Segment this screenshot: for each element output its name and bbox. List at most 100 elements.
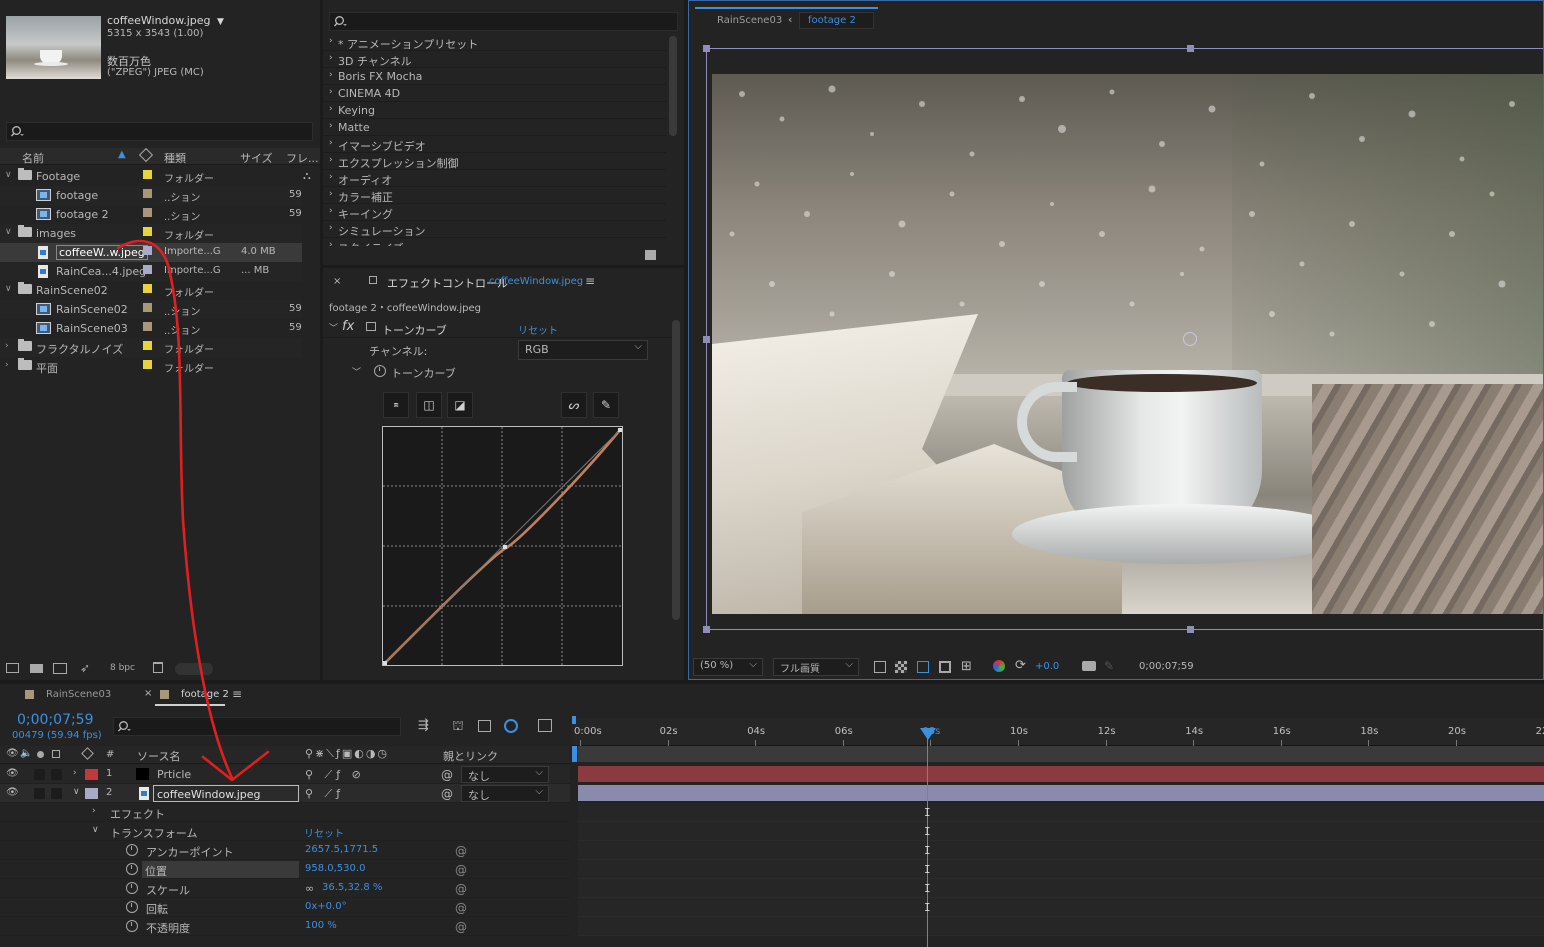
- project-item[interactable]: ∨ RainScene02 フォルダー: [0, 281, 302, 300]
- work-area-start-marker[interactable]: [572, 716, 576, 724]
- label-color-chip[interactable]: [143, 265, 152, 274]
- sort-ascending-icon[interactable]: ▲: [118, 149, 126, 160]
- anchor-point-crosshair-icon[interactable]: [1183, 332, 1197, 346]
- constrain-link-icon[interactable]: ∞: [305, 882, 314, 895]
- layer-row[interactable]: 👁 ∨ 2 coffeeWindow.jpeg ⚲ ⟋ƒ @ なし ⌵: [0, 784, 570, 803]
- transform-reset-link[interactable]: リセット: [304, 825, 344, 840]
- comp-canvas[interactable]: [703, 45, 1543, 633]
- collapse-chevron-icon[interactable]: ﹀: [329, 321, 338, 334]
- effect-category[interactable]: › イマーシブビデオ: [323, 136, 666, 153]
- panel-menu-icon[interactable]: ≡: [585, 274, 595, 288]
- chevron-icon[interactable]: ∨: [5, 170, 12, 180]
- solo-icon[interactable]: [37, 751, 44, 758]
- project-item[interactable]: RainScene02 ..ション 59: [0, 300, 302, 319]
- curve-medium-view-button[interactable]: ◫: [416, 392, 442, 418]
- property-value[interactable]: 0x+0.0°: [305, 901, 347, 912]
- chevron-icon[interactable]: ›: [5, 341, 9, 351]
- effects-group-row[interactable]: › エフェクト: [0, 803, 570, 822]
- expression-icon[interactable]: @: [455, 882, 467, 896]
- time-ruler[interactable]: [572, 718, 1544, 746]
- project-item[interactable]: RainCea...4.jpeg Importe...G ... MB: [0, 262, 302, 281]
- frame-blending-icon[interactable]: [478, 720, 491, 732]
- stopwatch-icon[interactable]: [126, 882, 138, 894]
- label-color-chip[interactable]: [143, 303, 152, 312]
- effect-category[interactable]: › 3D チャンネル: [323, 51, 666, 68]
- effect-category[interactable]: › スタイライズ: [323, 238, 666, 246]
- effect-controls-scrollbar[interactable]: [672, 320, 680, 620]
- zoom-dropdown[interactable]: (50 %) ⌵: [693, 658, 763, 676]
- label-color-chip[interactable]: [143, 360, 152, 369]
- eye-icon[interactable]: 👁: [6, 768, 19, 779]
- project-item[interactable]: RainScene03 ..ション 59: [0, 319, 302, 338]
- chevron-right-icon[interactable]: ›: [92, 806, 96, 816]
- parent-dropdown[interactable]: なし ⌵: [461, 766, 549, 783]
- close-icon[interactable]: ×: [144, 688, 152, 699]
- effect-category[interactable]: › オーディオ: [323, 170, 666, 187]
- stopwatch-icon[interactable]: [126, 844, 138, 856]
- parent-pickwhip-icon[interactable]: @: [441, 768, 453, 782]
- timeline-tab-rainscene03[interactable]: RainScene03: [46, 689, 111, 700]
- project-item[interactable]: footage ..ション 59: [0, 186, 302, 205]
- chevron-icon[interactable]: ∨: [5, 227, 12, 237]
- effect-category[interactable]: › エクスプレッション制御: [323, 153, 666, 170]
- label-color-chip[interactable]: [143, 208, 152, 217]
- layer-switches[interactable]: ⚲ ⟋ƒ ⊘: [305, 768, 365, 782]
- new-bin-icon[interactable]: [645, 250, 656, 260]
- graph-editor-icon[interactable]: [538, 719, 552, 732]
- flowchart-icon[interactable]: ➶: [80, 661, 90, 675]
- transform-handle-bm[interactable]: [1187, 626, 1194, 633]
- property-value[interactable]: 2657.5,1771.5: [305, 844, 378, 855]
- fx-icon[interactable]: fx: [342, 319, 354, 334]
- property-value[interactable]: 100 %: [305, 920, 337, 931]
- file-name[interactable]: coffeeWindow.jpeg ▼: [107, 14, 224, 27]
- tone-curve-graph[interactable]: [382, 426, 623, 666]
- stopwatch-icon[interactable]: [126, 901, 138, 913]
- effect-reset-link[interactable]: リセット: [518, 322, 558, 337]
- viewer-tab-rainscene03[interactable]: RainScene03: [717, 15, 782, 26]
- stopwatch-icon[interactable]: [126, 863, 138, 875]
- new-comp-icon[interactable]: [53, 663, 67, 674]
- effect-controls-tab[interactable]: × エフェクトコントロール coffeeWindow.jpeg ≡: [323, 268, 684, 296]
- chevron-down-icon[interactable]: ∨: [92, 825, 99, 835]
- layer-lock-box[interactable]: [51, 769, 62, 780]
- label-color-chip[interactable]: [143, 322, 152, 331]
- pencil-tool-button[interactable]: ✎: [593, 392, 619, 418]
- expression-icon[interactable]: @: [455, 844, 467, 858]
- layer-name[interactable]: Prticle: [157, 768, 191, 781]
- effect-category[interactable]: › キーイング: [323, 204, 666, 221]
- guides-icon[interactable]: ⊞: [961, 659, 972, 674]
- lock-icon[interactable]: [52, 750, 60, 758]
- bezier-tool-button[interactable]: ᔕ: [561, 392, 587, 418]
- layer-bar-coffeewindow[interactable]: [578, 785, 1544, 801]
- expression-icon[interactable]: @: [455, 901, 467, 915]
- region-of-interest-icon[interactable]: [939, 661, 951, 673]
- property-value[interactable]: 958.0,530.0: [305, 863, 365, 874]
- motion-blur-icon[interactable]: [504, 719, 518, 733]
- transform-handle-tl[interactable]: [703, 45, 710, 52]
- project-item[interactable]: ∨ images フォルダー: [0, 224, 302, 243]
- parent-dropdown[interactable]: なし ⌵: [461, 785, 549, 802]
- label-color-chip[interactable]: [143, 284, 152, 293]
- expression-icon[interactable]: @: [455, 863, 467, 877]
- transform-handle-tm[interactable]: [1187, 45, 1194, 52]
- timeline-search-input[interactable]: [113, 717, 401, 736]
- audio-icon[interactable]: 🔈: [20, 748, 32, 759]
- property-row[interactable]: 不透明度 100 % @: [0, 917, 570, 936]
- transform-group-row[interactable]: ∨ トランスフォーム リセット: [0, 822, 570, 841]
- label-tag-icon[interactable]: [81, 747, 94, 760]
- column-name[interactable]: 名前: [22, 150, 44, 166]
- effect-category[interactable]: › Keying: [323, 102, 666, 119]
- new-folder-icon[interactable]: [30, 664, 43, 673]
- column-frame[interactable]: フレ...: [286, 150, 319, 166]
- layer-label-chip[interactable]: [85, 769, 98, 780]
- reset-exposure-icon[interactable]: ⟳: [1015, 658, 1026, 673]
- effects-search-input[interactable]: [329, 12, 678, 31]
- expression-icon[interactable]: @: [455, 920, 467, 934]
- trash-icon[interactable]: [153, 662, 163, 673]
- project-item[interactable]: ∨ Footage フォルダー: [0, 167, 302, 186]
- color-channels-icon[interactable]: [993, 660, 1005, 672]
- layer-audio-box[interactable]: [34, 769, 45, 780]
- parent-pickwhip-icon[interactable]: @: [441, 787, 453, 801]
- snapshot-camera-icon[interactable]: [1082, 661, 1096, 671]
- fast-preview-icon[interactable]: [874, 661, 886, 673]
